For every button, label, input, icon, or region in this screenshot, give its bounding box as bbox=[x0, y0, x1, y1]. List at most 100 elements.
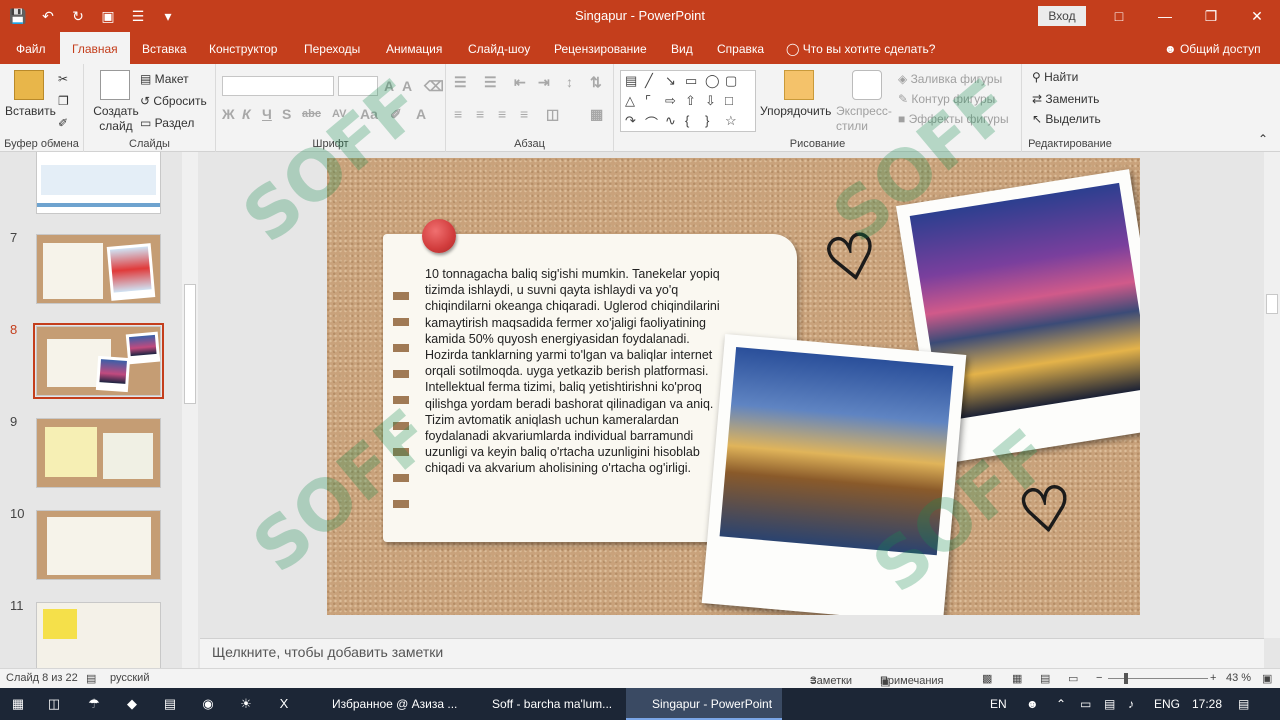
right-brace-shape-icon[interactable]: } bbox=[705, 113, 709, 128]
language-indicator[interactable]: русский bbox=[110, 672, 149, 684]
excel-icon[interactable]: X bbox=[274, 694, 294, 714]
tab-help[interactable]: Справка bbox=[713, 32, 768, 64]
clock[interactable]: 17:28 bbox=[1192, 688, 1222, 720]
highlight-icon[interactable]: ✐ bbox=[390, 106, 402, 123]
shape-fill-button[interactable]: ◈ Заливка фигуры bbox=[898, 72, 1002, 86]
arrange-button[interactable]: Упорядочить bbox=[760, 104, 831, 118]
replace-button[interactable]: ⇄ Заменить bbox=[1032, 92, 1099, 106]
zoom-slider[interactable] bbox=[1108, 678, 1208, 679]
network-icon[interactable]: ▤ bbox=[1104, 688, 1115, 720]
tab-insert[interactable]: Вставка bbox=[138, 32, 191, 64]
line-spacing-icon[interactable]: ↕ bbox=[566, 74, 573, 90]
line-shape-icon[interactable]: ╱ bbox=[645, 73, 653, 89]
slide-thumbnail-9[interactable] bbox=[36, 418, 161, 488]
collapse-ribbon-icon[interactable]: ⌃ bbox=[1258, 132, 1268, 146]
fit-slide-icon[interactable]: ▣ bbox=[1262, 672, 1272, 685]
connector-shape-icon[interactable]: ⌜ bbox=[645, 93, 651, 109]
rectangle-shape-icon[interactable]: ▭ bbox=[685, 73, 697, 89]
taskbar-app-favorites[interactable]: Избранное @ Азиза ... bbox=[306, 688, 462, 720]
select-button[interactable]: ↖ Выделить bbox=[1032, 112, 1101, 126]
slideshow-view-icon[interactable]: ▭ bbox=[1068, 672, 1078, 685]
spellcheck-icon[interactable]: ▤ bbox=[86, 672, 96, 685]
new-slide-icon[interactable] bbox=[100, 70, 130, 100]
shape-outline-button[interactable]: ✎ Контур фигуры bbox=[898, 92, 995, 106]
tab-home[interactable]: Главная bbox=[60, 32, 130, 64]
slide-thumbnail-10[interactable] bbox=[36, 510, 161, 580]
file-explorer-icon[interactable]: ▤ bbox=[160, 694, 180, 714]
columns-icon[interactable]: ◫ bbox=[546, 106, 559, 123]
tab-file[interactable]: Файл bbox=[12, 32, 50, 64]
curve-shape-icon[interactable]: ↷ bbox=[625, 113, 636, 129]
shapes-gallery[interactable]: ▤ ╱ ↘ ▭ ◯ ▢ △ ⌜ ⇨ ⇧ ⇩ □ ↷ ⌒ ∿ { } ☆ bbox=[620, 70, 756, 132]
save-icon[interactable]: 💾 bbox=[8, 6, 28, 26]
tray-chevron-icon[interactable]: ⌃ bbox=[1056, 688, 1066, 720]
battery-icon[interactable]: ▭ bbox=[1080, 688, 1091, 720]
right-arrow-shape-icon[interactable]: ⇨ bbox=[665, 93, 676, 109]
rounded-rect-shape-icon[interactable]: ▢ bbox=[725, 73, 737, 89]
slide-thumbnail-7[interactable] bbox=[36, 234, 161, 304]
people-icon[interactable]: ☻ bbox=[1026, 688, 1039, 720]
sign-in-button[interactable]: Вход bbox=[1038, 6, 1086, 26]
language-en[interactable]: EN bbox=[990, 688, 1007, 720]
quick-styles-icon[interactable] bbox=[852, 70, 882, 100]
slide-thumbnail-8[interactable] bbox=[33, 323, 164, 399]
photo-gardens-by-the-bay[interactable] bbox=[701, 333, 967, 615]
paste-icon[interactable] bbox=[14, 70, 44, 100]
change-case-icon[interactable]: Aa bbox=[360, 106, 378, 122]
close-button[interactable]: ✕ bbox=[1234, 0, 1280, 32]
slide-sorter-icon[interactable]: ▦ bbox=[1012, 672, 1022, 685]
align-left-icon[interactable]: ≡ bbox=[454, 106, 462, 122]
task-view-icon[interactable]: ◫ bbox=[44, 694, 64, 714]
paste-button[interactable]: Вставить bbox=[5, 104, 56, 118]
align-right-icon[interactable]: ≡ bbox=[498, 106, 506, 122]
bullets-icon[interactable]: ☰ bbox=[454, 74, 467, 91]
cut-icon[interactable]: ✂ bbox=[58, 72, 68, 86]
tab-slideshow[interactable]: Слайд-шоу bbox=[464, 32, 534, 64]
arc-shape-icon[interactable]: ⌒ bbox=[645, 113, 658, 132]
reset-button[interactable]: ↺ Сбросить bbox=[140, 94, 207, 108]
wave-shape-icon[interactable]: ∿ bbox=[665, 113, 676, 129]
align-center-icon[interactable]: ≡ bbox=[476, 106, 484, 122]
app-icon[interactable]: ☂ bbox=[84, 694, 104, 714]
arrow-shape-icon[interactable]: ↘ bbox=[665, 73, 676, 89]
slide-thumbnail-6[interactable] bbox=[36, 152, 161, 214]
arrange-icon[interactable] bbox=[784, 70, 814, 100]
tab-view[interactable]: Вид bbox=[667, 32, 697, 64]
zoom-slider-thumb[interactable] bbox=[1124, 673, 1128, 684]
clear-formatting-icon[interactable]: ⌫ bbox=[424, 78, 444, 95]
quick-styles-button[interactable]: Экспресс-стили bbox=[836, 104, 896, 134]
language-eng[interactable]: ENG bbox=[1154, 688, 1180, 720]
new-slide-button[interactable]: Создать слайд bbox=[92, 104, 140, 134]
edge-icon[interactable]: ☀ bbox=[236, 694, 256, 714]
copy-icon[interactable]: ❐ bbox=[58, 94, 69, 108]
justify-icon[interactable]: ≡ bbox=[520, 106, 528, 122]
reading-view-icon[interactable]: ▤ bbox=[1040, 672, 1050, 685]
zoom-in-icon[interactable]: + bbox=[1210, 672, 1216, 684]
down-arrow-shape-icon[interactable]: ⇩ bbox=[705, 93, 716, 109]
callout-shape-icon[interactable]: □ bbox=[725, 93, 733, 108]
oval-shape-icon[interactable]: ◯ bbox=[705, 73, 720, 89]
zoom-out-icon[interactable]: − bbox=[1096, 672, 1102, 684]
shadow-icon[interactable]: S bbox=[282, 106, 291, 122]
increase-font-icon[interactable]: A bbox=[384, 78, 394, 94]
taskbar-app-soff[interactable]: Soff - barcha ma'lum... bbox=[466, 688, 622, 720]
tab-transitions[interactable]: Переходы bbox=[300, 32, 364, 64]
tab-review[interactable]: Рецензирование bbox=[550, 32, 651, 64]
ribbon-display-options-icon[interactable]: □ bbox=[1096, 0, 1142, 32]
slide-body-text[interactable]: 10 tonnagacha baliq sig'ishi mumkin. Tan… bbox=[425, 266, 725, 477]
redo-icon[interactable]: ↻ bbox=[68, 6, 88, 26]
section-button[interactable]: ▭ Раздел bbox=[140, 116, 194, 130]
notifications-icon[interactable]: ▤ bbox=[1238, 688, 1249, 720]
decrease-font-icon[interactable]: A bbox=[402, 78, 412, 94]
tab-animations[interactable]: Анимация bbox=[382, 32, 446, 64]
triangle-shape-icon[interactable]: △ bbox=[625, 93, 635, 109]
volume-icon[interactable]: ♪ bbox=[1128, 688, 1134, 720]
zoom-level[interactable]: 43 % bbox=[1226, 672, 1251, 684]
font-color-icon[interactable]: A bbox=[416, 106, 426, 122]
normal-view-icon[interactable]: ▩ bbox=[982, 672, 992, 685]
undo-icon[interactable]: ↶ bbox=[38, 6, 58, 26]
strikethrough-icon[interactable]: abc bbox=[302, 108, 321, 120]
scroll-thumb[interactable] bbox=[184, 284, 196, 404]
customize-icon[interactable]: ▾ bbox=[158, 6, 178, 26]
thumbnails-scrollbar[interactable] bbox=[182, 152, 198, 668]
